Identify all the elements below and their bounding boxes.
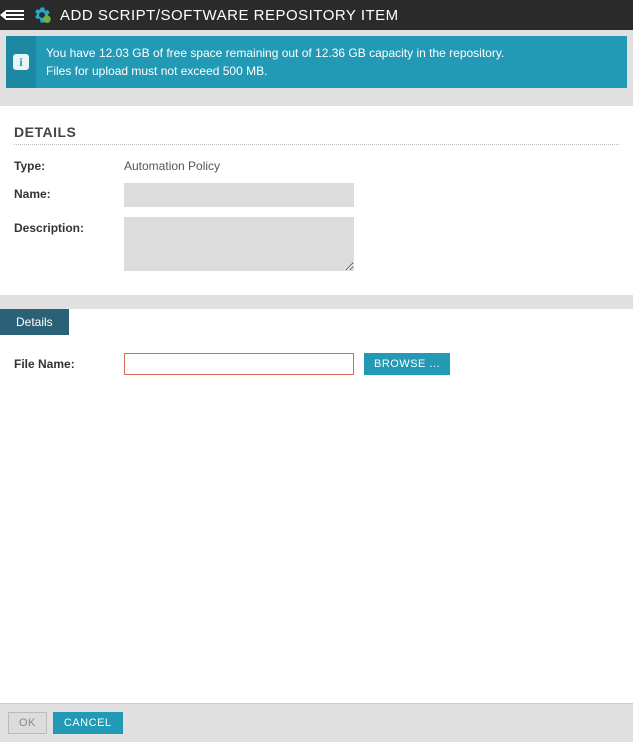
file-panel: Details File Name: BROWSE ... <box>0 308 633 703</box>
divider <box>0 296 633 308</box>
menu-toggle-icon[interactable] <box>6 8 24 22</box>
description-input[interactable] <box>124 217 354 271</box>
blank-area <box>0 393 633 703</box>
info-text: You have 12.03 GB of free space remainin… <box>36 36 514 88</box>
type-value: Automation Policy <box>124 155 220 173</box>
name-label: Name: <box>14 183 124 201</box>
info-strip: i You have 12.03 GB of free space remain… <box>0 30 633 94</box>
name-input[interactable] <box>124 183 354 207</box>
file-name-label: File Name: <box>14 357 124 371</box>
ok-button[interactable]: OK <box>8 712 47 734</box>
file-row: File Name: BROWSE ... <box>0 335 633 393</box>
gear-icon[interactable] <box>32 5 52 25</box>
browse-button[interactable]: BROWSE ... <box>364 353 450 375</box>
type-label: Type: <box>14 155 124 173</box>
tabs: Details <box>0 309 633 335</box>
name-row: Name: <box>14 183 619 207</box>
details-panel: DETAILS Type: Automation Policy Name: De… <box>0 106 633 296</box>
divider <box>0 94 633 106</box>
file-name-input[interactable] <box>124 353 354 375</box>
type-row: Type: Automation Policy <box>14 155 619 173</box>
details-heading: DETAILS <box>14 124 619 145</box>
description-row: Description: <box>14 217 619 271</box>
description-label: Description: <box>14 217 124 235</box>
page-title: ADD SCRIPT/SOFTWARE REPOSITORY ITEM <box>60 7 399 24</box>
title-bar: ADD SCRIPT/SOFTWARE REPOSITORY ITEM <box>0 0 633 30</box>
info-line-2: Files for upload must not exceed 500 MB. <box>46 62 504 80</box>
cancel-button[interactable]: CANCEL <box>53 712 123 734</box>
tab-details[interactable]: Details <box>0 309 69 335</box>
info-banner: i You have 12.03 GB of free space remain… <box>6 36 627 88</box>
info-line-1: You have 12.03 GB of free space remainin… <box>46 44 504 62</box>
footer: OK CANCEL <box>0 703 633 742</box>
info-icon: i <box>6 36 36 88</box>
